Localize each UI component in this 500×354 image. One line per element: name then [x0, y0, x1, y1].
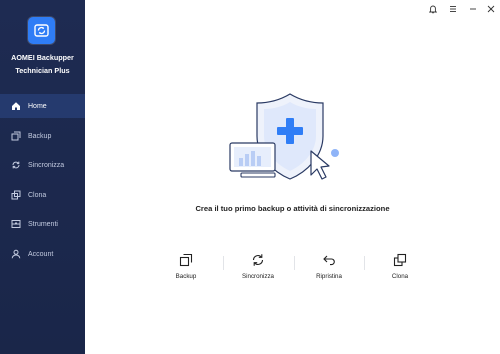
logo-sync-icon — [34, 24, 49, 37]
sidebar-item-backup[interactable]: Backup — [0, 124, 85, 148]
notification-bell-button[interactable] — [427, 3, 439, 15]
divider — [364, 256, 365, 270]
menu-button[interactable] — [447, 3, 459, 15]
clone-icon — [11, 190, 21, 200]
tools-icon — [11, 219, 21, 229]
accent-dot — [331, 149, 339, 157]
backup-icon — [11, 131, 21, 141]
action-label: Backup — [175, 273, 197, 280]
close-icon — [487, 5, 495, 13]
sidebar-item-tools[interactable]: Strumenti — [0, 212, 85, 236]
action-label: Clona — [391, 273, 409, 280]
sync-icon — [252, 254, 264, 266]
close-button[interactable] — [485, 3, 497, 15]
sidebar-item-label: Sincronizza — [28, 161, 65, 169]
account-icon — [11, 249, 21, 259]
hamburger-menu-icon — [450, 6, 456, 12]
sidebar-item-sync[interactable]: Sincronizza — [0, 153, 85, 177]
backup-icon — [179, 253, 193, 267]
backup-action-button[interactable]: Backup — [161, 251, 211, 283]
headline: Crea il tuo primo backup o attività di s… — [195, 204, 390, 213]
cursor-icon — [310, 150, 330, 180]
minimize-button[interactable] — [467, 3, 479, 15]
app-name: AOMEI Backupper — [11, 53, 74, 62]
restore-icon — [323, 255, 335, 266]
sidebar: AOMEI Backupper Technician Plus Home Bac… — [0, 0, 85, 354]
sidebar-item-label: Backup — [28, 132, 52, 140]
sidebar-item-label: Strumenti — [28, 220, 58, 228]
clone-icon — [393, 253, 407, 267]
sync-icon — [11, 160, 21, 170]
sidebar-item-clone[interactable]: Clona — [0, 183, 85, 207]
sidebar-item-account[interactable]: Account — [0, 242, 85, 266]
home-icon — [11, 101, 21, 111]
sync-action-button[interactable]: Sincronizza — [233, 251, 283, 283]
sidebar-item-home[interactable]: Home — [0, 94, 85, 118]
divider — [223, 256, 224, 270]
sidebar-item-label: Home — [28, 102, 47, 110]
clone-action-button[interactable]: Clona — [375, 251, 425, 283]
sidebar-item-label: Clona — [28, 191, 47, 199]
minimize-icon — [470, 8, 476, 10]
action-label: Ripristina — [316, 273, 342, 280]
bell-icon — [429, 5, 437, 13]
app-logo — [28, 17, 55, 44]
hero-illustration — [229, 93, 339, 180]
action-label: Sincronizza — [242, 273, 274, 280]
sidebar-item-label: Account — [28, 250, 54, 258]
divider — [294, 256, 295, 270]
laptop-base — [240, 172, 276, 178]
restore-action-button[interactable]: Ripristina — [304, 251, 354, 283]
app-edition: Technician Plus — [15, 66, 70, 75]
